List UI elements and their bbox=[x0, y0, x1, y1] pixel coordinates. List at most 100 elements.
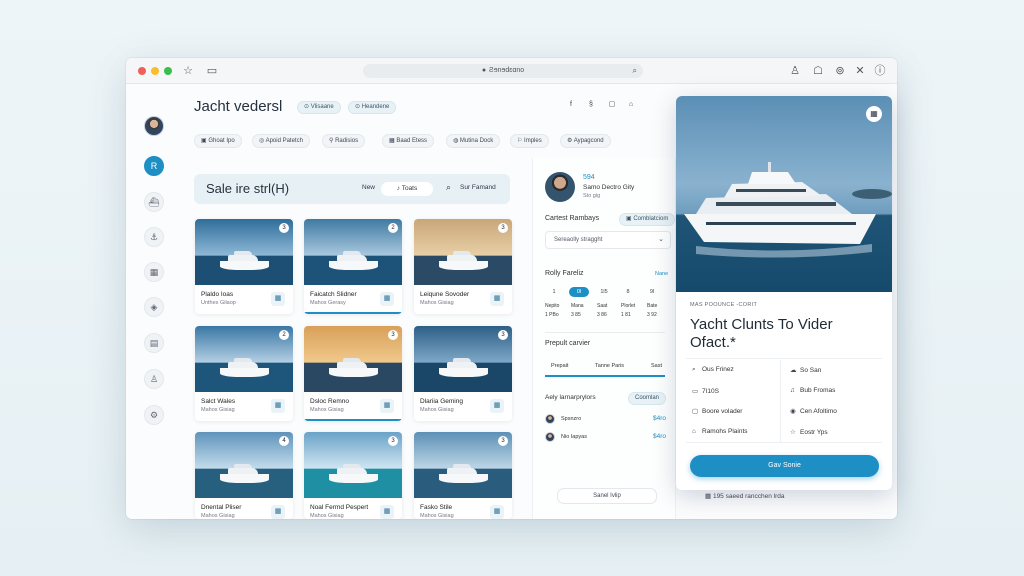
yacht-hull bbox=[219, 474, 269, 483]
listing-action-icon[interactable]: ▦ bbox=[380, 399, 394, 413]
rail-compass-icon[interactable]: ◈ bbox=[144, 297, 164, 317]
host-sub: Sto gig bbox=[583, 193, 601, 199]
profile-icon[interactable]: ♙ bbox=[787, 63, 803, 79]
listing-action-icon[interactable]: ▦ bbox=[490, 292, 504, 306]
avatar[interactable] bbox=[144, 116, 164, 136]
listing-action-icon[interactable]: ▦ bbox=[490, 399, 504, 413]
rail-anchor-icon[interactable]: ⚓ bbox=[144, 227, 164, 247]
listing-card[interactable]: 3 Dsloc Remno Mahos Gisiag ▦ bbox=[304, 326, 402, 421]
yacht-hull bbox=[328, 474, 378, 483]
filter-chip[interactable]: ⚐ Imples bbox=[510, 134, 549, 148]
yacht-illustration bbox=[684, 162, 892, 258]
listing-card[interactable]: 3 Noal Fermd Pespert Mahos Gisiag ▦ bbox=[304, 432, 402, 519]
service-col[interactable]: Sast bbox=[651, 363, 662, 369]
filter-chip[interactable]: ⚲ Radisios bbox=[322, 134, 366, 148]
filter-chip[interactable]: ▣ Ghoat Ipo bbox=[194, 134, 242, 148]
rail-user-icon[interactable]: ♙ bbox=[144, 369, 164, 389]
rates-title: Rolly Fareliz bbox=[545, 270, 584, 277]
service-col[interactable]: Prepait bbox=[551, 363, 568, 369]
host-avatar[interactable] bbox=[545, 172, 575, 202]
browser-titlebar: ☆ ▭ ● Ƨɘnɘdɛɑno ⌕ ♙ ☖ ⊚ ✕ ⓘ bbox=[126, 58, 897, 84]
listing-action-icon[interactable]: ▦ bbox=[271, 292, 285, 306]
yacht-hull bbox=[328, 261, 378, 270]
feature-item: ⌂ Ramohs Plaints bbox=[692, 428, 748, 435]
section-chip[interactable]: ▣ Comblatciom bbox=[619, 213, 676, 226]
listing-action-icon[interactable]: ▦ bbox=[380, 292, 394, 306]
search-link[interactable]: Sur Famand bbox=[460, 184, 496, 191]
host-name: Samo Dectro Gity bbox=[583, 184, 635, 191]
filter-icon: ◎ bbox=[259, 138, 266, 144]
facebook-icon[interactable]: f bbox=[564, 98, 578, 112]
address-text: Ƨɘnɘdɛɑno bbox=[489, 67, 525, 74]
header-chip[interactable]: ⊙ Heandene bbox=[348, 101, 397, 114]
sidebar-toggle-icon[interactable]: ▭ bbox=[204, 63, 220, 79]
rail-grid-icon[interactable]: ▤ bbox=[144, 333, 164, 353]
detail-kicker: MAS POOUNCE -CORIT bbox=[690, 302, 758, 308]
minimize-window-button[interactable] bbox=[151, 67, 159, 75]
search-icon[interactable]: ⌕ bbox=[633, 64, 637, 78]
filter-chip[interactable]: ◍ Mutina Dock bbox=[446, 134, 501, 148]
yacht-photo: 3 bbox=[304, 432, 402, 498]
listing-card[interactable]: 3 Plaldo Ioas Unthes Gilaop ▦ bbox=[195, 219, 293, 314]
rate-button-active[interactable]: 0l bbox=[569, 287, 589, 297]
bookmark-icon[interactable]: ▢ bbox=[605, 98, 619, 112]
listing-card[interactable]: 3 Dlariia Geming Mahos Gisiag ▦ bbox=[414, 326, 512, 421]
listing-badge: 4 bbox=[279, 436, 289, 446]
rate-button[interactable]: 9l bbox=[643, 287, 661, 297]
search-icon[interactable]: ⌕ bbox=[446, 182, 451, 193]
bottom-button[interactable]: Sanel Ivlip bbox=[557, 488, 657, 504]
page-title: Jacht vedersl bbox=[194, 98, 283, 115]
rates-link[interactable]: Nane bbox=[655, 271, 668, 277]
filter-chip[interactable]: ◎ Apoid Patetch bbox=[252, 134, 310, 148]
info-icon[interactable]: ⓘ bbox=[872, 63, 888, 79]
rail-boat-icon[interactable]: ⛴ bbox=[144, 192, 164, 212]
gallery-icon[interactable]: ▦ bbox=[866, 106, 882, 122]
service-col[interactable]: Tanne Paris bbox=[595, 363, 624, 369]
partners-button[interactable]: Coomlan bbox=[628, 392, 667, 405]
home-icon[interactable]: ⌂ bbox=[624, 98, 638, 112]
view-toggle[interactable]: ♪ Toats bbox=[381, 182, 433, 196]
listing-action-icon[interactable]: ▦ bbox=[271, 505, 285, 519]
listing-card[interactable]: 2 Faicatch Slidner Mahos Gerasy ▦ bbox=[304, 219, 402, 314]
service-indicator bbox=[545, 375, 665, 377]
star-icon: ☆ bbox=[790, 429, 796, 436]
back-icon[interactable]: ☆ bbox=[180, 63, 196, 79]
rate-button[interactable]: 1 bbox=[545, 287, 563, 297]
rate-button[interactable]: 1l5 bbox=[595, 287, 613, 297]
listing-card[interactable]: 2 Salct Wales Mahos Gisiag ▦ bbox=[195, 326, 293, 421]
close-window-button[interactable] bbox=[138, 67, 146, 75]
rail-settings-icon[interactable]: ⚙ bbox=[144, 405, 164, 425]
extensions-icon[interactable]: ☖ bbox=[810, 63, 826, 79]
new-filter-label[interactable]: New bbox=[362, 184, 375, 191]
listing-action-icon[interactable]: ▦ bbox=[490, 505, 504, 519]
rate-value: 3 85 bbox=[571, 312, 581, 318]
rate-value: 1 81 bbox=[621, 312, 631, 318]
address-bar[interactable]: ● Ƨɘnɘdɛɑno ⌕ bbox=[363, 64, 643, 78]
feature-item: ♫ Bub Fromas bbox=[790, 387, 836, 394]
listing-card[interactable]: 3 Fasko Stile Mahos Gisiag ▦ bbox=[414, 432, 512, 519]
header-chip[interactable]: ⊙ Vlisaane bbox=[297, 101, 341, 114]
listing-sub: Mahos Gisiag bbox=[420, 513, 454, 519]
lock-icon: ● bbox=[481, 67, 487, 74]
filter-select[interactable]: Sereaolly stragght ⌄ bbox=[545, 231, 671, 249]
yacht-hull bbox=[438, 474, 488, 483]
download-icon[interactable]: ⊚ bbox=[832, 63, 848, 79]
share-icon[interactable]: § bbox=[584, 98, 598, 112]
close-icon[interactable]: ✕ bbox=[852, 63, 868, 79]
maximize-window-button[interactable] bbox=[164, 67, 172, 75]
partner-avatar bbox=[545, 432, 555, 442]
left-rail: R ⛴ ⚓ ▦ ◈ ▤ ♙ ⚙ bbox=[126, 84, 182, 519]
listing-action-icon[interactable]: ▦ bbox=[271, 399, 285, 413]
get-started-button[interactable]: Gav Sonie bbox=[690, 455, 879, 477]
rail-calendar-icon[interactable]: ▦ bbox=[144, 262, 164, 282]
listing-badge: 3 bbox=[388, 330, 398, 340]
feature-item: ▢ Boore volader bbox=[692, 408, 743, 415]
section-title: Cartest Rambays bbox=[545, 215, 600, 222]
listing-card[interactable]: 4 Dnental Pliser Mahos Gisiag ▦ bbox=[195, 432, 293, 519]
filter-chip[interactable]: ⚙ Aypagcond bbox=[560, 134, 611, 148]
rail-home-icon[interactable]: R bbox=[144, 156, 164, 176]
listing-card[interactable]: 3 Leiqune Sovoder Mahos Gisiag ▦ bbox=[414, 219, 512, 314]
filter-chip[interactable]: ▦ Baad Etess bbox=[382, 134, 435, 148]
rate-button[interactable]: 8 bbox=[619, 287, 637, 297]
listing-action-icon[interactable]: ▦ bbox=[380, 505, 394, 519]
